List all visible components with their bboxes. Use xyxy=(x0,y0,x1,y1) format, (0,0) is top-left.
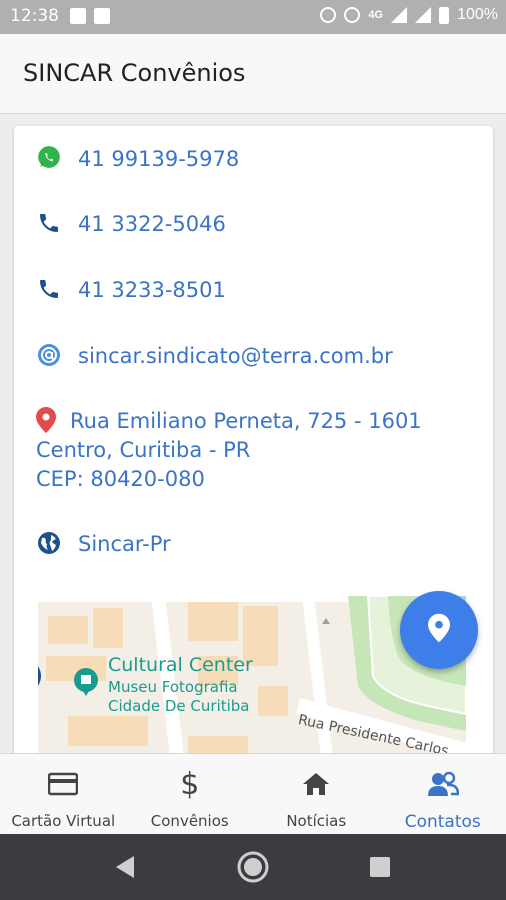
recents-icon[interactable] xyxy=(369,856,391,883)
app-bar: SINCAR Convênios xyxy=(0,34,506,114)
home-circle-icon[interactable] xyxy=(237,851,269,888)
whatsapp-row[interactable]: 41 99139-5978 xyxy=(36,144,239,171)
nav-label: Notícias xyxy=(286,812,347,830)
address-line-2[interactable]: Centro, Curitiba - PR xyxy=(36,438,250,462)
status-bar: 12:38 4G 100% xyxy=(0,0,506,34)
address-row[interactable]: Rua Emiliano Perneta, 725 - 1601 xyxy=(36,407,422,433)
map-pin-icon xyxy=(36,407,56,433)
website-row[interactable]: Sincar-Pr xyxy=(36,530,171,556)
whatsapp-icon xyxy=(36,144,62,170)
phone-number-1[interactable]: 41 3322-5046 xyxy=(78,212,226,236)
data-saver-icon xyxy=(344,7,361,23)
phone-icon xyxy=(36,276,62,302)
contacts-icon xyxy=(427,768,459,800)
nav-item-noticias[interactable]: Notícias xyxy=(253,754,380,834)
website-link[interactable]: Sincar-Pr xyxy=(78,532,171,556)
at-icon xyxy=(36,342,62,368)
dollar-icon: $ xyxy=(180,766,200,802)
whatsapp-number[interactable]: 41 99139-5978 xyxy=(78,147,239,171)
nav-item-cartao-virtual[interactable]: Cartão Virtual xyxy=(0,754,127,834)
nav-label: Contatos xyxy=(404,812,481,832)
signal-icon xyxy=(391,7,408,23)
network-type: 4G xyxy=(368,9,384,21)
system-nav-bar xyxy=(0,834,506,900)
map-place-sub-2: Cidade De Curitiba xyxy=(108,697,250,715)
location-fab-button[interactable] xyxy=(400,591,478,669)
wifi-signal-icon xyxy=(415,7,432,23)
status-time: 12:38 xyxy=(10,6,59,26)
email-address[interactable]: sincar.sindicato@terra.com.br xyxy=(78,344,393,368)
credit-card-icon xyxy=(48,768,79,800)
notification-icon xyxy=(70,8,86,24)
map-place-title: Cultural Center xyxy=(108,654,253,676)
map-place-sub-1: Museu Fotografia xyxy=(108,678,238,696)
address-line-1[interactable]: Rua Emiliano Perneta, 725 - 1601 xyxy=(70,409,422,433)
nav-item-convenios[interactable]: $ Convênios xyxy=(127,754,254,834)
phone-icon xyxy=(36,210,62,236)
nav-item-contatos[interactable]: Contatos xyxy=(380,754,506,834)
globe-icon xyxy=(36,530,62,556)
page-title: SINCAR Convênios xyxy=(23,59,246,87)
email-row[interactable]: sincar.sindicato@terra.com.br xyxy=(36,342,393,368)
bottom-nav: Cartão Virtual $ Convênios Notícias Cont… xyxy=(0,753,506,834)
phone-number-2[interactable]: 41 3233-8501 xyxy=(78,278,226,302)
phone-row-1[interactable]: 41 3322-5046 xyxy=(36,210,226,236)
home-icon xyxy=(302,768,330,800)
nav-label: Convênios xyxy=(150,812,229,830)
contacts-card: 41 99139-5978 41 3322-5046 41 3233-8501 … xyxy=(14,126,493,766)
battery-icon xyxy=(439,6,450,24)
phone-row-2[interactable]: 41 3233-8501 xyxy=(36,276,226,302)
address-line-3[interactable]: CEP: 80420-080 xyxy=(36,467,205,491)
alarm-icon xyxy=(320,7,337,23)
location-pin-icon xyxy=(428,613,450,648)
nav-label: Cartão Virtual xyxy=(11,812,116,830)
back-icon[interactable] xyxy=(114,855,136,884)
mail-icon xyxy=(94,8,110,24)
battery-level: 100% xyxy=(457,6,498,23)
